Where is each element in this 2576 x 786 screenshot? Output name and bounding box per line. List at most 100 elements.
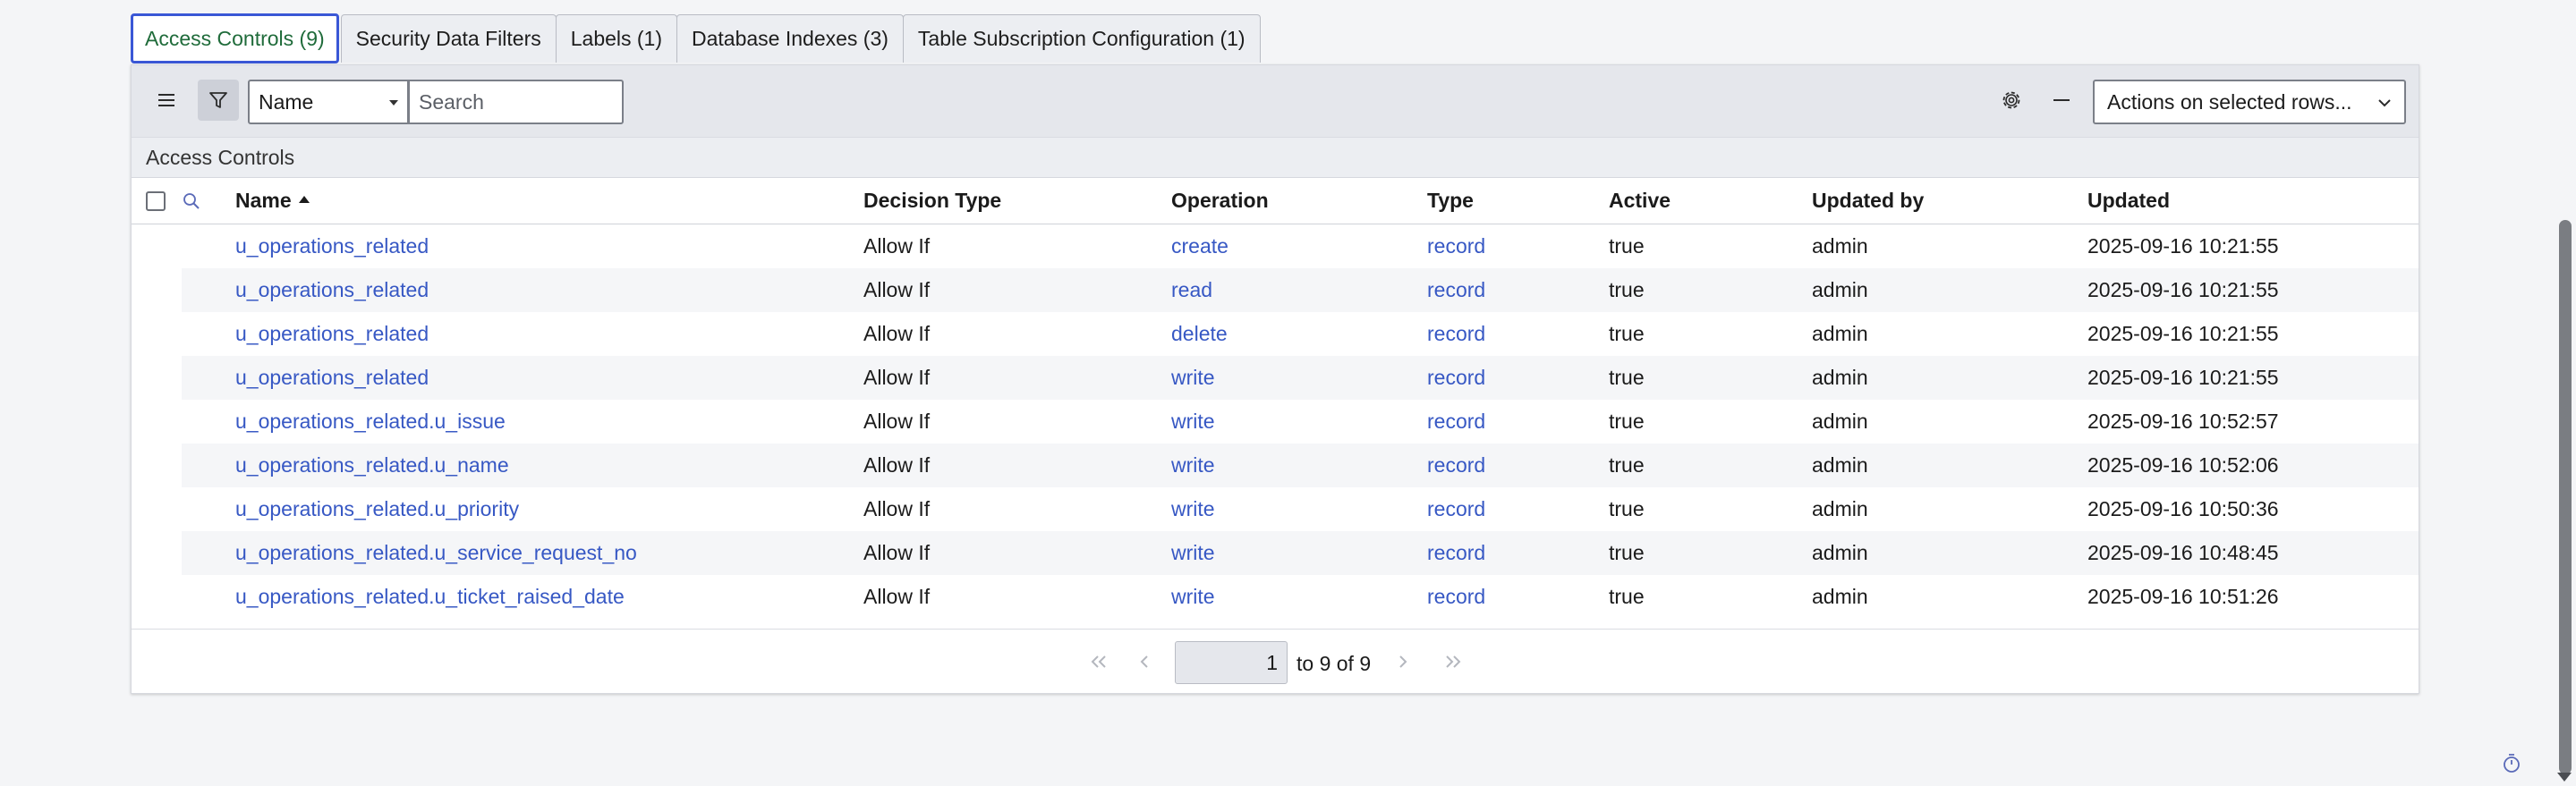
row-operation-cell: write (1171, 356, 1427, 400)
column-header-name[interactable]: Name (235, 177, 863, 224)
row-icon-cell (182, 444, 235, 487)
row-type-link[interactable]: record (1427, 497, 1485, 520)
row-operation-link[interactable]: create (1171, 234, 1228, 258)
row-updated-by-cell: admin (1812, 444, 2087, 487)
search-field-select[interactable]: Name (248, 80, 409, 124)
sort-ascending-icon (298, 196, 310, 204)
row-updated-by-cell: admin (1812, 224, 2087, 269)
row-active-cell: true (1609, 268, 1812, 312)
column-header-decision-type[interactable]: Decision Type (863, 177, 1171, 224)
table-header-row: Name Decision Type Operation Type Active… (132, 177, 2419, 224)
row-type-link[interactable]: record (1427, 234, 1485, 258)
row-type-cell: record (1427, 268, 1609, 312)
row-type-link[interactable]: record (1427, 410, 1485, 433)
tab-database-indexes[interactable]: Database Indexes (3) (676, 14, 904, 63)
row-select-cell (132, 444, 182, 487)
row-type-cell: record (1427, 531, 1609, 575)
page-number-input[interactable] (1175, 641, 1288, 684)
row-decision-type-cell: Allow If (863, 531, 1171, 575)
row-name-cell: u_operations_related.u_name (235, 444, 863, 487)
tab-security-data-filters[interactable]: Security Data Filters (340, 14, 557, 63)
tab-access-controls[interactable]: Access Controls (9) (131, 13, 339, 63)
column-header-operation[interactable]: Operation (1171, 177, 1427, 224)
list-menu-button[interactable] (146, 80, 187, 121)
row-icon-cell (182, 575, 235, 619)
row-updated-cell: 2025-09-16 10:50:36 (2087, 487, 2419, 531)
search-icon[interactable] (182, 191, 201, 211)
row-updated-cell: 2025-09-16 10:21:55 (2087, 312, 2419, 356)
row-updated: 2025-09-16 10:52:57 (2087, 410, 2279, 433)
row-decision-type: Allow If (863, 410, 931, 433)
row-type-link[interactable]: record (1427, 585, 1485, 608)
actions-on-selected-rows-select[interactable]: Actions on selected rows... (2093, 80, 2406, 124)
row-operation-cell: delete (1171, 312, 1427, 356)
tab-labels[interactable]: Labels (1) (555, 14, 678, 63)
previous-page-icon[interactable] (1138, 655, 1151, 669)
next-page-icon[interactable] (1397, 655, 1409, 669)
row-name-cell: u_operations_related (235, 356, 863, 400)
row-name-link[interactable]: u_operations_related.u_issue (235, 410, 506, 433)
row-type-link[interactable]: record (1427, 278, 1485, 301)
row-active: true (1609, 541, 1645, 564)
row-updated: 2025-09-16 10:51:26 (2087, 585, 2279, 608)
row-updated: 2025-09-16 10:48:45 (2087, 541, 2279, 564)
row-name-link[interactable]: u_operations_related.u_service_request_n… (235, 541, 637, 564)
row-updated: 2025-09-16 10:21:55 (2087, 366, 2279, 389)
row-name-link[interactable]: u_operations_related.u_name (235, 453, 509, 477)
row-operation-cell: write (1171, 400, 1427, 444)
row-decision-type-cell: Allow If (863, 268, 1171, 312)
scroll-down-arrow-icon[interactable] (2555, 771, 2573, 783)
column-header-updated-by[interactable]: Updated by (1812, 177, 2087, 224)
row-active: true (1609, 497, 1645, 520)
row-type-link[interactable]: record (1427, 541, 1485, 564)
stopwatch-icon[interactable] (2502, 753, 2521, 774)
row-operation-link[interactable]: delete (1171, 322, 1228, 345)
scrollbar-thumb[interactable] (2559, 220, 2572, 774)
row-active: true (1609, 322, 1645, 345)
column-header-active[interactable]: Active (1609, 177, 1812, 224)
row-updated-by-cell: admin (1812, 531, 2087, 575)
row-operation-cell: create (1171, 224, 1427, 269)
row-name-link[interactable]: u_operations_related (235, 366, 429, 389)
row-name-link[interactable]: u_operations_related (235, 234, 429, 258)
row-type-link[interactable]: record (1427, 366, 1485, 389)
row-updated-by-cell: admin (1812, 312, 2087, 356)
select-all-checkbox[interactable] (146, 191, 166, 212)
row-updated-by: admin (1812, 585, 1868, 608)
row-operation-link[interactable]: write (1171, 453, 1215, 477)
personalize-list-button[interactable] (1991, 80, 2032, 121)
row-type-link[interactable]: record (1427, 453, 1485, 477)
actions-select-label: Actions on selected rows... (2107, 89, 2352, 114)
row-operation-link[interactable]: write (1171, 497, 1215, 520)
row-name-link[interactable]: u_operations_related.u_ticket_raised_dat… (235, 585, 625, 608)
row-active: true (1609, 410, 1645, 433)
collapse-button[interactable] (2041, 80, 2082, 121)
table-row: u_operations_related Allow If write record t… (132, 356, 2419, 400)
row-type-cell: record (1427, 487, 1609, 531)
row-active-cell: true (1609, 356, 1812, 400)
row-updated-cell: 2025-09-16 10:48:45 (2087, 531, 2419, 575)
row-operation-link[interactable]: write (1171, 541, 1215, 564)
row-type-link[interactable]: record (1427, 322, 1485, 345)
gear-icon (2002, 91, 2020, 109)
row-name-link[interactable]: u_operations_related.u_priority (235, 497, 519, 520)
row-updated: 2025-09-16 10:21:55 (2087, 234, 2279, 258)
row-type-cell: record (1427, 356, 1609, 400)
row-operation-link[interactable]: read (1171, 278, 1212, 301)
row-operation-link[interactable]: write (1171, 366, 1215, 389)
search-input[interactable] (409, 80, 624, 124)
row-decision-type-cell: Allow If (863, 356, 1171, 400)
column-header-type[interactable]: Type (1427, 177, 1609, 224)
tab-table-subscription-configuration[interactable]: Table Subscription Configuration (1) (902, 14, 1261, 63)
first-page-icon[interactable] (1089, 655, 1109, 669)
row-icon-cell (182, 268, 235, 312)
row-name-link[interactable]: u_operations_related (235, 278, 429, 301)
row-operation-link[interactable]: write (1171, 585, 1215, 608)
column-header-updated[interactable]: Updated (2087, 177, 2419, 224)
last-page-icon[interactable] (1443, 655, 1463, 669)
filter-button[interactable] (198, 80, 239, 121)
row-operation-link[interactable]: write (1171, 410, 1215, 433)
row-updated-by-cell: admin (1812, 356, 2087, 400)
row-updated-by: admin (1812, 453, 1868, 477)
row-name-link[interactable]: u_operations_related (235, 322, 429, 345)
